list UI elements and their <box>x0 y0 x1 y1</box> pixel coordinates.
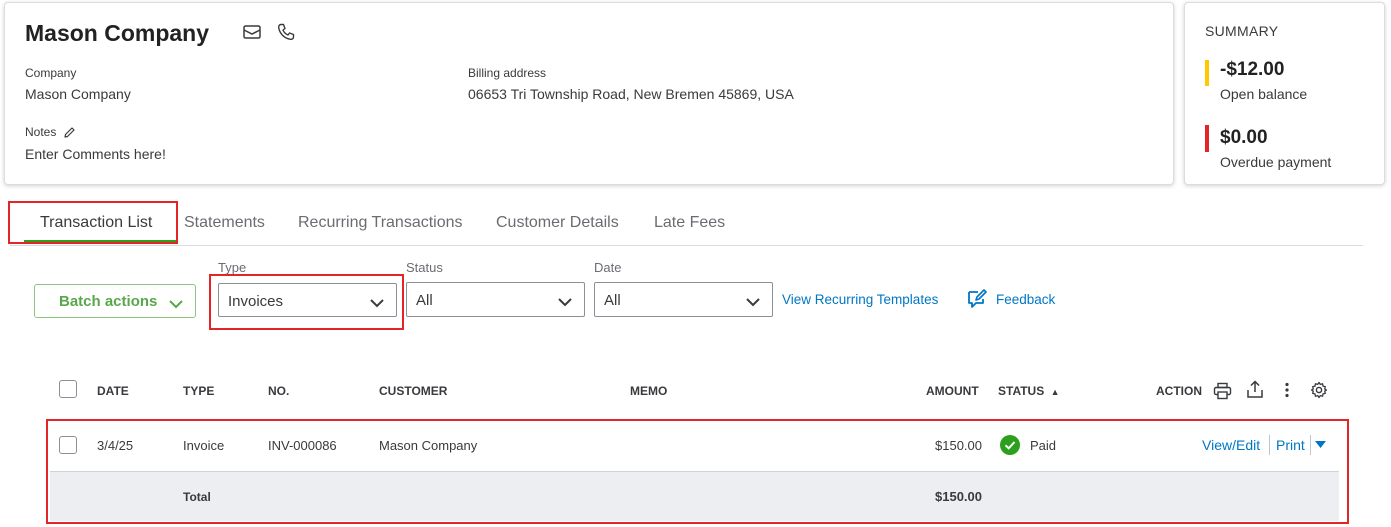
phone-icon[interactable] <box>277 23 295 41</box>
column-header-action: ACTION <box>1156 384 1202 398</box>
column-header-no[interactable]: NO. <box>268 384 289 398</box>
table-row[interactable]: 3/4/25 Invoice INV-000086 Mason Company … <box>50 421 1339 471</box>
date-filter-label: Date <box>594 260 622 275</box>
type-filter-label: Type <box>218 260 247 275</box>
notes-value[interactable]: Enter Comments here! <box>25 146 166 162</box>
overdue-label: Overdue payment <box>1220 154 1332 170</box>
chevron-down-icon <box>370 295 384 313</box>
sort-ascending-icon: ▲ <box>1050 387 1060 397</box>
more-options-icon[interactable] <box>1284 382 1290 398</box>
type-filter-select[interactable]: Invoices <box>218 283 397 317</box>
tab-customer-details[interactable]: Customer Details <box>496 214 619 232</box>
select-all-checkbox[interactable] <box>59 380 77 398</box>
caret-down-icon[interactable] <box>1315 441 1326 448</box>
column-header-amount[interactable]: AMOUNT <box>926 384 979 398</box>
row-checkbox[interactable] <box>59 436 77 454</box>
summary-title: SUMMARY <box>1205 23 1279 39</box>
total-row: Total $150.00 <box>50 471 1339 521</box>
billing-address-label: Billing address <box>468 66 547 80</box>
overdue-bar <box>1205 125 1209 152</box>
paid-check-icon <box>1000 435 1020 460</box>
summary-card: SUMMARY -$12.00 Open balance $0.00 Overd… <box>1184 2 1385 185</box>
action-separator <box>1269 435 1270 455</box>
status-filter-select[interactable]: All <box>406 282 585 317</box>
column-header-date[interactable]: DATE <box>97 384 129 398</box>
total-amount: $150.00 <box>935 489 982 504</box>
date-filter-select[interactable]: All <box>594 282 773 317</box>
email-icon[interactable] <box>243 25 261 39</box>
status-header-label: STATUS <box>998 384 1045 398</box>
chevron-down-icon <box>169 296 183 314</box>
status-filter-value: All <box>416 292 433 309</box>
action-separator <box>1310 435 1311 455</box>
view-recurring-templates-link[interactable]: View Recurring Templates <box>782 292 938 307</box>
tabs-divider <box>10 245 1363 246</box>
status-filter-label: Status <box>406 260 443 275</box>
type-filter-value: Invoices <box>228 293 284 310</box>
column-header-customer[interactable]: CUSTOMER <box>379 384 447 398</box>
feedback-icon[interactable] <box>966 289 988 309</box>
open-balance-bar <box>1205 60 1209 86</box>
notes-label: Notes <box>25 125 57 139</box>
company-value: Mason Company <box>25 86 131 102</box>
batch-actions-button[interactable]: Batch actions <box>34 284 196 318</box>
overdue-amount: $0.00 <box>1220 127 1268 148</box>
print-icon[interactable] <box>1213 382 1232 400</box>
chevron-down-icon <box>746 294 760 312</box>
export-icon[interactable] <box>1246 380 1264 399</box>
column-header-memo[interactable]: MEMO <box>630 384 667 398</box>
open-balance-label: Open balance <box>1220 86 1308 102</box>
row-number: INV-000086 <box>268 438 337 453</box>
tab-recurring-transactions[interactable]: Recurring Transactions <box>298 214 463 232</box>
chevron-down-icon <box>558 294 572 312</box>
date-filter-value: All <box>604 292 621 309</box>
row-type: Invoice <box>183 438 225 453</box>
gear-icon[interactable] <box>1310 381 1328 399</box>
row-amount: $150.00 <box>935 438 982 453</box>
view-edit-link[interactable]: View/Edit <box>1202 437 1260 453</box>
batch-actions-label: Batch actions <box>59 293 158 310</box>
total-label: Total <box>183 490 211 504</box>
feedback-link[interactable]: Feedback <box>996 292 1055 307</box>
tab-transaction-list[interactable]: Transaction List <box>40 214 152 232</box>
column-header-status[interactable]: STATUS ▲ <box>998 384 1059 398</box>
pencil-icon[interactable] <box>63 126 76 139</box>
tab-active-underline <box>24 240 176 243</box>
open-balance-amount: -$12.00 <box>1220 59 1285 80</box>
row-status: Paid <box>1030 438 1057 453</box>
row-customer: Mason Company <box>379 438 478 453</box>
print-link[interactable]: Print <box>1276 437 1305 453</box>
tab-late-fees[interactable]: Late Fees <box>654 214 725 232</box>
company-label: Company <box>25 66 77 80</box>
column-header-type[interactable]: TYPE <box>183 384 214 398</box>
customer-info-card: Mason Company Company Mason Company Bill… <box>4 2 1174 185</box>
billing-address-value: 06653 Tri Township Road, New Bremen 4586… <box>468 86 794 102</box>
row-date: 3/4/25 <box>97 438 134 453</box>
customer-name: Mason Company <box>25 20 210 46</box>
tab-statements[interactable]: Statements <box>184 214 265 232</box>
